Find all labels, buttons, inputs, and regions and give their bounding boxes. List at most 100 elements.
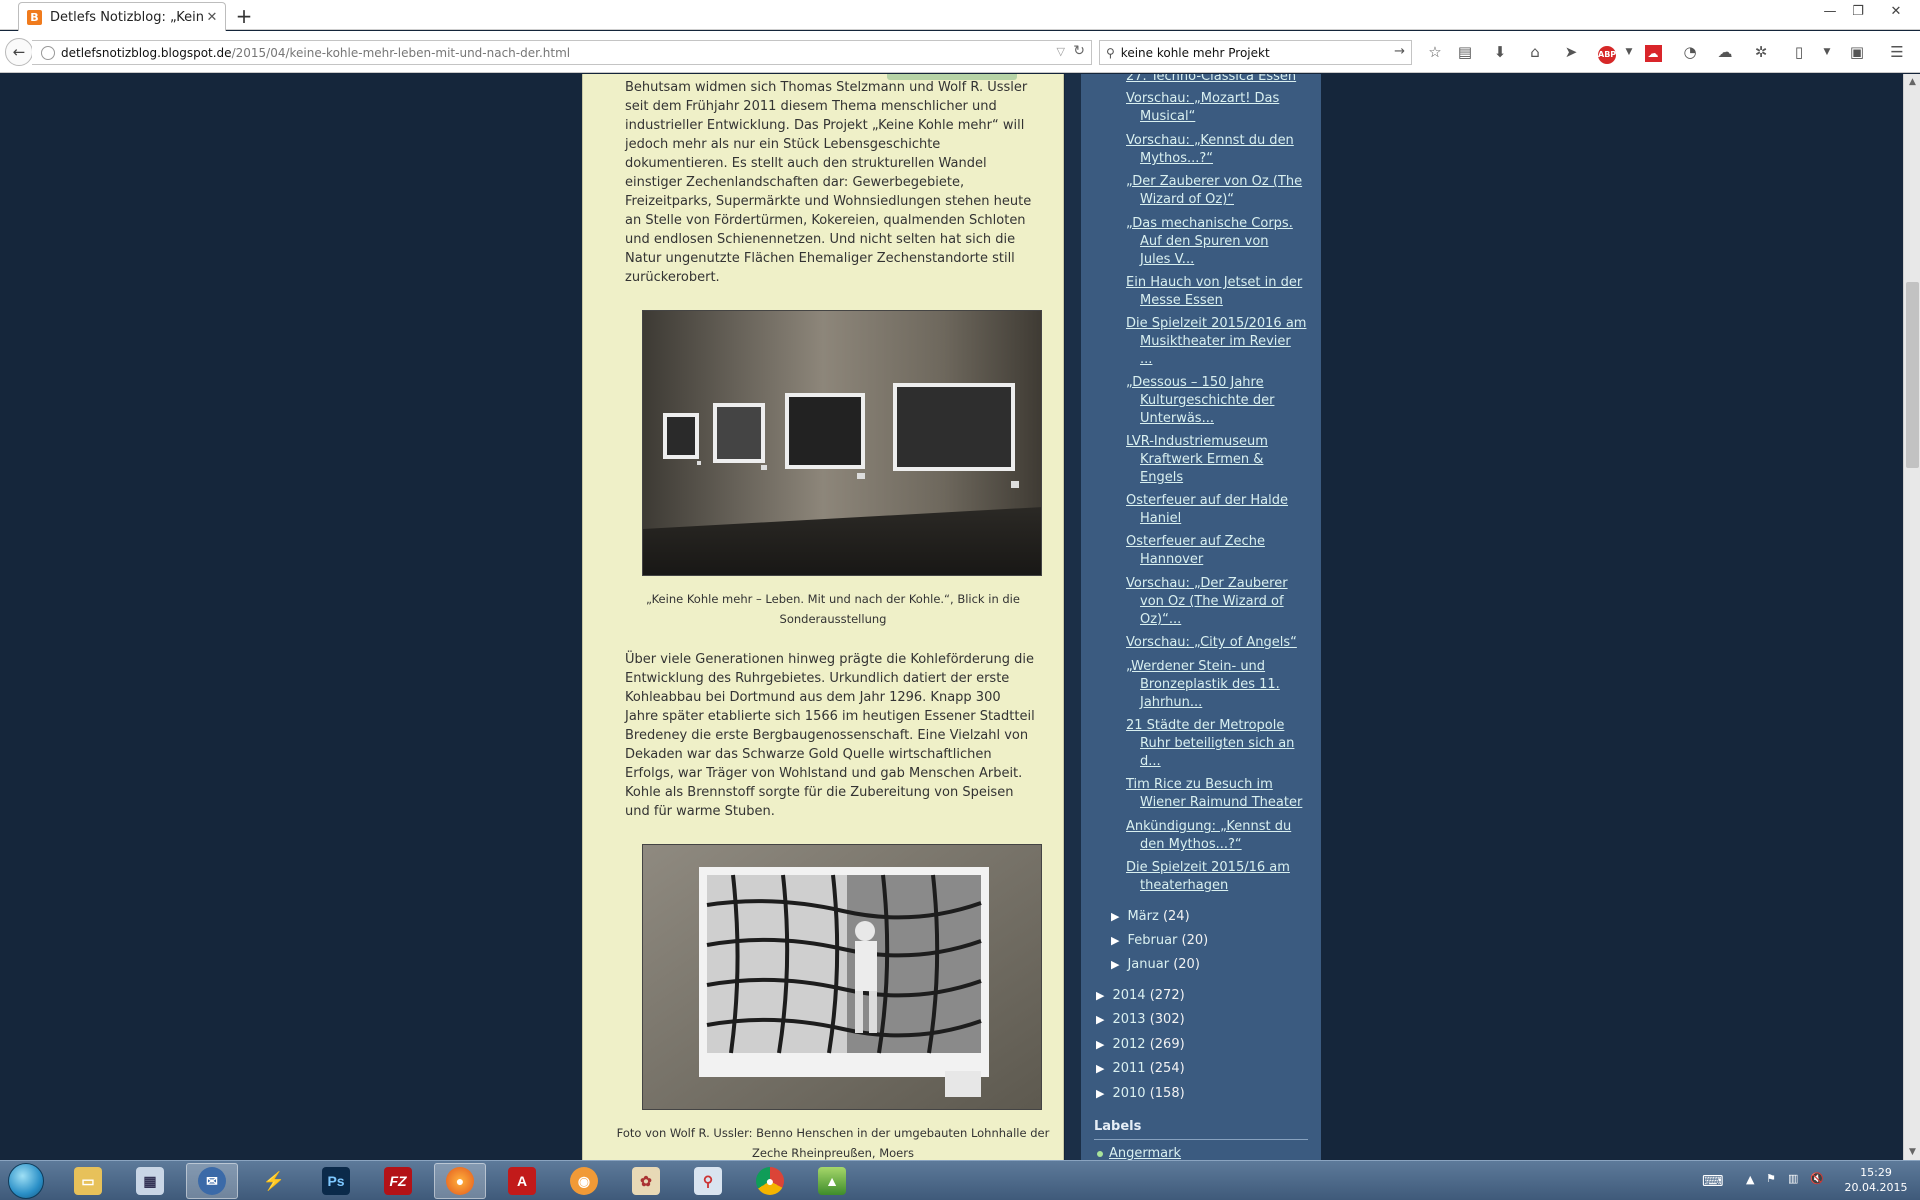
- taskbar-calculator[interactable]: ▦: [124, 1163, 176, 1199]
- archive-post-link[interactable]: „Dessous – 150 Jahre Kulturgeschichte der…: [1126, 374, 1314, 428]
- taskbar-viewer[interactable]: ◉: [558, 1163, 610, 1199]
- taskbar-photoshop[interactable]: Ps: [310, 1163, 362, 1199]
- downloads-box-icon[interactable]: ▣: [1846, 42, 1868, 64]
- archive-post-link[interactable]: Vorschau: „Der Zauberer von Oz (The Wizar…: [1126, 575, 1314, 629]
- exhibition-photo[interactable]: [642, 310, 1042, 576]
- tray-expand-icon[interactable]: ▲: [1746, 1173, 1754, 1186]
- archive-year-toggle[interactable]: ▶ 2011 (254): [1096, 1061, 1185, 1076]
- send-icon[interactable]: ➤: [1560, 42, 1582, 64]
- scroll-down-icon[interactable]: ▼: [1904, 1144, 1920, 1160]
- archive-post-link[interactable]: Ankündigung: „Kennst du den Mythos...?“: [1126, 818, 1314, 854]
- archive-post-link[interactable]: Die Spielzeit 2015/2016 am Musiktheater i…: [1126, 315, 1314, 369]
- chevron-down-icon[interactable]: ▽: [1057, 45, 1065, 58]
- chevron-down-icon[interactable]: ▼: [1816, 42, 1838, 64]
- download-icon[interactable]: ⬇: [1489, 42, 1511, 64]
- home-icon[interactable]: ⌂: [1524, 42, 1546, 64]
- taskbar-paint[interactable]: ✿: [620, 1163, 672, 1199]
- search-bar[interactable]: ⚲ keine kohle mehr Projekt →: [1099, 40, 1412, 65]
- image-app-icon: ▲: [818, 1167, 846, 1195]
- flag-icon[interactable]: ⚑: [1766, 1172, 1776, 1185]
- taskbar-chrome[interactable]: ●: [744, 1163, 796, 1199]
- archive-post-link[interactable]: Die Spielzeit 2015/16 am theaterhagen: [1126, 859, 1314, 895]
- restore-icon[interactable]: ❐: [1846, 4, 1870, 19]
- archive-post-link[interactable]: 21 Städte der Metropole Ruhr beteiligten …: [1126, 717, 1314, 771]
- taskbar-app-bat[interactable]: ⚡: [248, 1163, 300, 1199]
- archive-post-link[interactable]: „Der Zauberer von Oz (The Wizard of Oz)“: [1126, 173, 1314, 209]
- search-input[interactable]: keine kohle mehr Projekt: [1121, 46, 1270, 60]
- close-window-icon[interactable]: ✕: [1884, 4, 1908, 19]
- blog-post: Behutsam widmen sich Thomas Stelzmann un…: [582, 74, 1064, 1160]
- exhibition-photo-image: [643, 311, 1041, 575]
- archive-month-toggle[interactable]: ▶ Januar (20): [1111, 957, 1200, 972]
- addon-red-icon[interactable]: ☁: [1642, 42, 1664, 64]
- reload-icon[interactable]: ↻: [1073, 43, 1085, 59]
- expand-triangle-icon[interactable]: ▶: [1111, 934, 1119, 947]
- label-link[interactable]: Angermark: [1097, 1146, 1181, 1160]
- taskbar-filezilla[interactable]: FZ: [372, 1163, 424, 1199]
- archive-post-link[interactable]: 27. Techno-Classica Essen: [1126, 74, 1314, 86]
- portrait-photo[interactable]: [642, 844, 1042, 1110]
- taskbar-magnifier[interactable]: ⚲: [682, 1163, 734, 1199]
- expand-triangle-icon[interactable]: ▶: [1111, 910, 1119, 923]
- browser-tab[interactable]: B Detlefs Notizblog: „Keine K... ✕: [18, 2, 226, 31]
- reading-list-icon[interactable]: ▤: [1454, 42, 1476, 64]
- scrollbar-thumb[interactable]: [1906, 282, 1919, 468]
- extension-icon[interactable]: ✲: [1750, 42, 1772, 64]
- archive-post-link[interactable]: Vorschau: „City of Angels“: [1126, 634, 1314, 652]
- labels-heading: Labels: [1094, 1119, 1308, 1140]
- archive-year-toggle[interactable]: ▶ 2012 (269): [1096, 1037, 1185, 1052]
- taskbar-acrobat[interactable]: A: [496, 1163, 548, 1199]
- archive-year-toggle[interactable]: ▶ 2014 (272): [1096, 988, 1185, 1003]
- chevron-down-icon[interactable]: ▼: [1618, 42, 1640, 64]
- archive-post-link[interactable]: LVR-Industriemuseum Kraftwerk Ermen & Enge…: [1126, 433, 1314, 487]
- taskbar-firefox[interactable]: ●: [434, 1163, 486, 1199]
- adblock-icon[interactable]: ABP: [1596, 42, 1618, 64]
- archive-post-link[interactable]: „Das mechanische Corps. Auf den Spuren vo…: [1126, 215, 1314, 269]
- minimize-icon[interactable]: —: [1818, 4, 1842, 19]
- expand-triangle-icon[interactable]: ▶: [1096, 1062, 1104, 1075]
- archive-post-link[interactable]: Osterfeuer auf Zeche Hannover: [1126, 533, 1314, 569]
- network-icon[interactable]: ▥: [1788, 1172, 1798, 1185]
- taskbar-explorer[interactable]: ▭: [62, 1163, 114, 1199]
- history-icon[interactable]: ◔: [1679, 42, 1701, 64]
- scroll-up-icon[interactable]: ▲: [1904, 74, 1920, 90]
- archive-post-link[interactable]: Tim Rice zu Besuch im Wiener Raimund Thea…: [1126, 776, 1314, 812]
- archive-post-link[interactable]: Vorschau: „Mozart! Das Musical“: [1126, 90, 1314, 126]
- url-path: /2015/04/keine-kohle-mehr-leben-mit-und-…: [231, 45, 571, 60]
- keyboard-icon[interactable]: ⌨: [1702, 1172, 1724, 1190]
- archive-year-toggle[interactable]: ▶ 2010 (158): [1096, 1086, 1185, 1101]
- back-button[interactable]: ←: [5, 38, 33, 66]
- archive-post-link[interactable]: Vorschau: „Kennst du den Mythos...?“: [1126, 132, 1314, 168]
- expand-triangle-icon[interactable]: ▶: [1096, 989, 1104, 1002]
- taskbar-thunderbird[interactable]: ✉: [186, 1163, 238, 1199]
- new-tab-button[interactable]: +: [234, 4, 254, 28]
- archive-post-link[interactable]: „Werdener Stein- und Bronzeplastik des 11…: [1126, 658, 1314, 712]
- expand-triangle-icon[interactable]: ▶: [1111, 958, 1119, 971]
- search-go-icon[interactable]: →: [1394, 44, 1405, 59]
- taskbar-clock[interactable]: 15:29 20.04.2015: [1838, 1165, 1914, 1195]
- cloud-addon-icon[interactable]: ☁: [1714, 42, 1736, 64]
- expand-triangle-icon[interactable]: ▶: [1096, 1013, 1104, 1026]
- archive-year-toggle[interactable]: ▶ 2013 (302): [1096, 1012, 1185, 1027]
- menu-hamburger-icon[interactable]: ☰: [1886, 42, 1908, 64]
- eye-icon: ◉: [570, 1167, 598, 1195]
- taskbar-image-app[interactable]: ▲: [806, 1163, 858, 1199]
- magnifier-icon: ⚲: [694, 1167, 722, 1195]
- url-bar[interactable]: detlefsnotizblog.blogspot.de/2015/04/kei…: [32, 40, 1092, 65]
- photoshop-icon: Ps: [322, 1167, 350, 1195]
- bookmark-star-icon[interactable]: ☆: [1424, 42, 1446, 64]
- blogger-icon: B: [27, 9, 42, 25]
- archive-month-toggle[interactable]: ▶ Februar (20): [1111, 933, 1208, 948]
- volume-muted-icon[interactable]: 🔇: [1810, 1172, 1824, 1185]
- page-scrollbar[interactable]: ▲ ▼: [1903, 74, 1920, 1160]
- archive-post-link[interactable]: Osterfeuer auf der Halde Haniel: [1126, 492, 1314, 528]
- clock-time: 15:29: [1860, 1166, 1892, 1179]
- expand-triangle-icon[interactable]: ▶: [1096, 1087, 1104, 1100]
- close-tab-icon[interactable]: ✕: [203, 10, 221, 25]
- archive-month-toggle[interactable]: ▶ März (24): [1111, 909, 1190, 924]
- clipboard-icon[interactable]: ▯: [1788, 42, 1810, 64]
- globe-icon: [41, 45, 55, 60]
- start-button[interactable]: [8, 1163, 44, 1199]
- archive-post-link[interactable]: Ein Hauch von Jetset in der Messe Essen: [1126, 274, 1314, 310]
- expand-triangle-icon[interactable]: ▶: [1096, 1038, 1104, 1051]
